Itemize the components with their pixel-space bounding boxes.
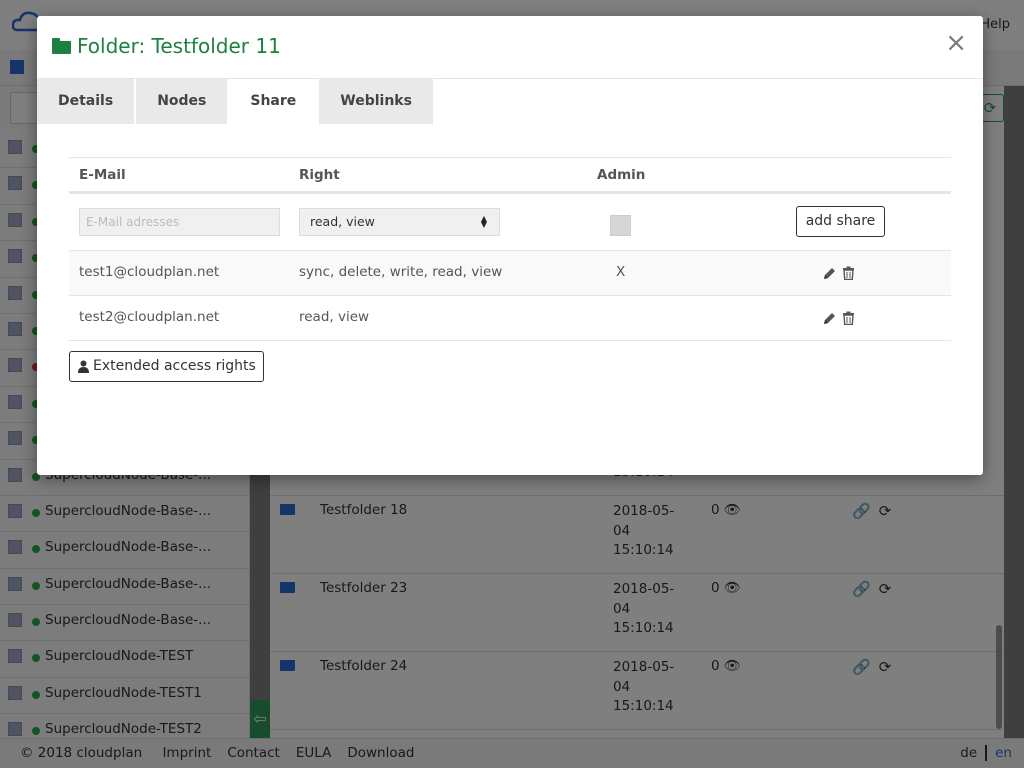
header-right: Right bbox=[299, 167, 340, 183]
pencil-icon[interactable] bbox=[823, 311, 836, 325]
header-admin: Admin bbox=[597, 167, 646, 183]
close-icon[interactable]: × bbox=[945, 30, 967, 56]
extended-access-rights-button[interactable]: Extended access rights bbox=[69, 351, 264, 382]
folder-icon bbox=[52, 38, 71, 54]
modal-title: Folder: Testfolder 11 bbox=[52, 34, 281, 58]
share-email: test1@cloudplan.net bbox=[79, 264, 220, 280]
folder-modal: Folder: Testfolder 11 × Details Nodes Sh… bbox=[37, 16, 983, 475]
trash-icon[interactable] bbox=[842, 311, 855, 325]
modal-header: Folder: Testfolder 11 × bbox=[37, 16, 983, 79]
tab-nodes[interactable]: Nodes bbox=[136, 79, 228, 124]
share-rights: sync, delete, write, read, view bbox=[299, 264, 503, 280]
share-table: E-Mail Right Admin read, view ▲▼ add sha… bbox=[69, 157, 951, 341]
right-select[interactable]: read, view ▲ ▼ bbox=[299, 208, 500, 236]
row-actions bbox=[823, 266, 855, 280]
pencil-icon[interactable] bbox=[823, 266, 836, 280]
user-icon bbox=[78, 360, 89, 373]
share-row: test2@cloudplan.net read, view bbox=[69, 296, 951, 341]
email-input[interactable] bbox=[79, 208, 280, 236]
tab-details[interactable]: Details bbox=[37, 79, 135, 124]
header-email: E-Mail bbox=[79, 167, 126, 183]
share-email: test2@cloudplan.net bbox=[79, 309, 220, 325]
modal-tabs: Details Nodes Share Weblinks bbox=[37, 79, 435, 124]
share-admin-flag: X bbox=[616, 264, 626, 280]
extended-access-rights-label: Extended access rights bbox=[93, 358, 256, 374]
share-row: test1@cloudplan.net sync, delete, write,… bbox=[69, 251, 951, 296]
select-arrows-icon: ▲ ▼ bbox=[480, 214, 487, 229]
add-share-button[interactable]: add share bbox=[796, 206, 885, 237]
new-share-row: read, view ▲▼ add share bbox=[69, 194, 951, 251]
admin-checkbox[interactable] bbox=[610, 215, 631, 236]
share-table-header: E-Mail Right Admin bbox=[69, 157, 951, 194]
right-select-value: read, view bbox=[310, 214, 375, 229]
modal-title-text: Folder: Testfolder 11 bbox=[77, 34, 281, 58]
tab-share[interactable]: Share bbox=[229, 79, 318, 124]
tab-weblinks[interactable]: Weblinks bbox=[319, 79, 433, 124]
share-rights: read, view bbox=[299, 309, 370, 325]
row-actions bbox=[823, 311, 855, 325]
trash-icon[interactable] bbox=[842, 266, 855, 280]
